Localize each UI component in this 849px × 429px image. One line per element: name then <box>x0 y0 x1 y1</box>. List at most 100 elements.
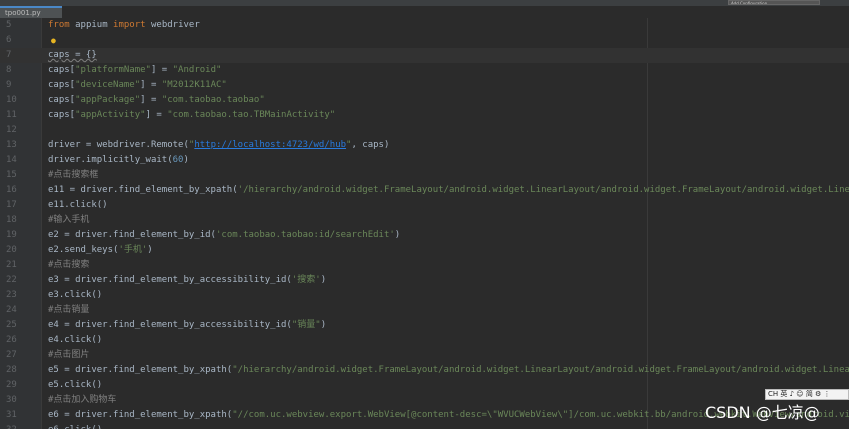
line-number: 30 <box>6 395 17 405</box>
code-line[interactable]: 25 e4 = driver.find_element_by_accessibil… <box>0 318 849 333</box>
code-line[interactable]: 14 driver.implicitly_wait(60) <box>0 153 849 168</box>
code-token: driver = webdriver.Remote( <box>48 140 189 150</box>
code-token: e5 = driver.find_element_by_xpath( <box>48 365 233 375</box>
code-token: '/hierarchy/android.widget.FrameLayout/a… <box>237 185 849 195</box>
code-text: e11.click() <box>48 198 108 213</box>
line-number: 14 <box>6 155 17 165</box>
code-line[interactable]: 16 e11 = driver.find_element_by_xpath('/h… <box>0 183 849 198</box>
line-number: 16 <box>6 185 17 195</box>
code-line[interactable]: 5 from appium import webdriver <box>0 18 849 33</box>
code-token: driver.implicitly_wait( <box>48 155 173 165</box>
code-line[interactable]: 7 caps = {} <box>0 48 849 63</box>
code-token: #点击加入购物车 <box>48 395 117 405</box>
code-line[interactable]: 29 e5.click() <box>0 378 849 393</box>
code-editor[interactable]: 5 from appium import webdriver 6 7 caps = {}… <box>0 18 849 429</box>
code-token: ) <box>183 155 189 165</box>
code-line[interactable]: 13 driver = webdriver.Remote("http://loca… <box>0 138 849 153</box>
lightbulb-icon[interactable]: ● <box>51 37 58 45</box>
code-text: e2 = driver.find_element_by_id('com.taob… <box>48 228 400 243</box>
code-token: "Android" <box>172 65 222 75</box>
code-token: appium <box>69 20 114 30</box>
line-number: 10 <box>6 95 17 105</box>
line-number: 18 <box>6 215 17 225</box>
code-token: ) <box>394 230 401 240</box>
code-token: ) <box>147 245 153 255</box>
code-line[interactable]: 27 #点击图片 <box>0 348 849 363</box>
code-token: #点击销量 <box>48 305 90 315</box>
code-token: ) <box>320 320 327 330</box>
code-token: "com.taobao.tao.TBMainActivity" <box>167 110 336 120</box>
code-token: e3.click() <box>48 290 103 300</box>
code-token: '搜索' <box>291 275 321 285</box>
title-bar <box>0 0 849 6</box>
code-text: e4 = driver.find_element_by_accessibilit… <box>48 318 326 333</box>
line-number: 19 <box>6 230 17 240</box>
code-token: e4.click() <box>48 335 103 345</box>
code-line[interactable]: 23 e3.click() <box>0 288 849 303</box>
line-number: 12 <box>6 125 17 135</box>
code-line[interactable]: 10 caps["appPackage"] = "com.taobao.taoba… <box>0 93 849 108</box>
code-token: caps[ <box>48 110 76 120</box>
code-token: from <box>48 20 70 30</box>
line-number: 7 <box>6 50 12 60</box>
code-token: ] = <box>145 110 168 120</box>
code-token: caps = {} <box>48 50 97 60</box>
code-line[interactable]: 20 e2.send_keys('手机') <box>0 243 849 258</box>
code-token: e2 = driver.find_element_by_id( <box>48 230 216 240</box>
code-text: e5.click() <box>48 378 102 393</box>
code-token: e4 = driver.find_element_by_accessibilit… <box>48 320 292 330</box>
code-text: driver.implicitly_wait(60) <box>48 153 189 168</box>
code-token: "appActivity" <box>75 110 146 120</box>
code-line[interactable]: 8 caps["platformName"] = "Android" <box>0 63 849 78</box>
line-number: 29 <box>6 380 17 390</box>
code-token: e6.click() <box>48 425 102 429</box>
code-text: caps["platformName"] = "Android" <box>48 63 221 78</box>
code-token: caps[ <box>48 65 76 75</box>
code-line[interactable]: 32 e6.click() <box>0 423 849 429</box>
code-token: caps[ <box>48 95 76 105</box>
code-line[interactable]: 22 e3 = driver.find_element_by_accessibil… <box>0 273 849 288</box>
code-text: #点击销量 <box>48 303 89 318</box>
line-number: 22 <box>6 275 17 285</box>
code-line[interactable]: 26 e4.click() <box>0 333 849 348</box>
line-number: 5 <box>6 20 12 30</box>
code-token: e2.send_keys( <box>48 245 119 255</box>
code-line[interactable]: 6 <box>0 33 849 48</box>
code-text: e5 = driver.find_element_by_xpath("/hier… <box>48 363 849 378</box>
code-token: e6 = driver.find_element_by_xpath( <box>48 410 233 420</box>
run-configuration-button[interactable]: Add Configuration... <box>728 0 820 5</box>
code-line[interactable]: 24 #点击销量 <box>0 303 849 318</box>
code-text: e6.click() <box>48 423 102 429</box>
code-token: "appPackage" <box>75 95 141 105</box>
line-number: 28 <box>6 365 17 375</box>
code-token: ] = <box>150 65 173 75</box>
code-line[interactable]: 28 e5 = driver.find_element_by_xpath("/hi… <box>0 363 849 378</box>
code-token: , caps) <box>351 140 390 150</box>
code-line[interactable]: 9 caps["deviceName"] = "M2012K11AC" <box>0 78 849 93</box>
code-line[interactable]: 18 #输入手机 <box>0 213 849 228</box>
code-line[interactable]: 12 <box>0 123 849 138</box>
code-token: e3 = driver.find_element_by_accessibilit… <box>48 275 292 285</box>
code-token: #点击搜索框 <box>48 170 99 180</box>
line-number: 23 <box>6 290 17 300</box>
code-token: #输入手机 <box>48 215 90 225</box>
code-line[interactable]: 17 e11.click() <box>0 198 849 213</box>
code-token: webdriver <box>145 20 200 30</box>
code-line[interactable]: 19 e2 = driver.find_element_by_id('com.ta… <box>0 228 849 243</box>
code-token: 60 <box>172 155 184 165</box>
code-text: e3 = driver.find_element_by_accessibilit… <box>48 273 326 288</box>
line-number: 21 <box>6 260 17 270</box>
tab-tpo001[interactable]: tpo001.py <box>0 6 62 18</box>
code-token: "/hierarchy/android.widget.FrameLayout/a… <box>232 365 849 375</box>
code-line[interactable]: 11 caps["appActivity"] = "com.taobao.tao.… <box>0 108 849 123</box>
code-token: '手机' <box>118 245 148 255</box>
code-token: "M2012K11AC" <box>161 80 227 90</box>
code-text: caps["deviceName"] = "M2012K11AC" <box>48 78 227 93</box>
code-token: #点击搜索 <box>48 260 90 270</box>
line-number: 25 <box>6 320 17 330</box>
code-line[interactable]: 15 #点击搜索框 <box>0 168 849 183</box>
line-number: 31 <box>6 410 17 420</box>
code-text: caps["appPackage"] = "com.taobao.taobao" <box>48 93 265 108</box>
code-line[interactable]: 21 #点击搜索 <box>0 258 849 273</box>
code-token: 'com.taobao.taobao:id/searchEdit' <box>215 230 395 240</box>
